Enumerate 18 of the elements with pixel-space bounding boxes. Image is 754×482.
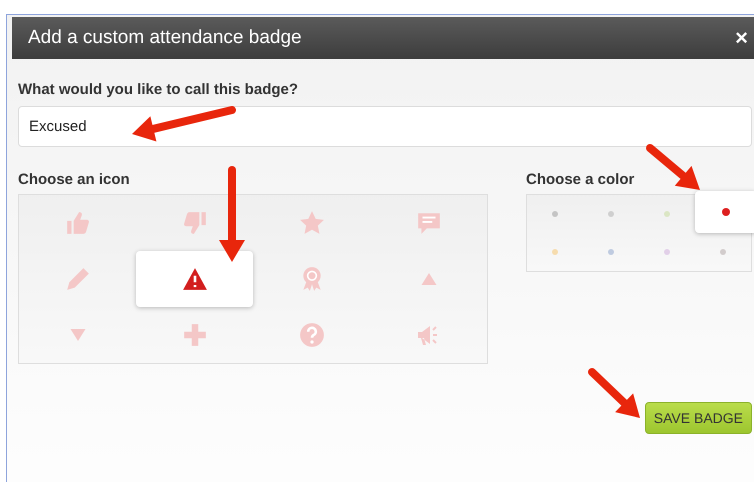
close-button[interactable]: × xyxy=(735,25,748,51)
warning-icon xyxy=(182,266,208,292)
save-button[interactable]: SAVE BADGE xyxy=(644,402,752,434)
thumbs-up-icon xyxy=(64,210,90,236)
thumbs-down-icon xyxy=(182,210,208,236)
field-label: What would you like to call this badge? xyxy=(18,81,300,98)
star-icon xyxy=(298,210,324,236)
annotation-arrow xyxy=(646,144,700,190)
color-option[interactable] xyxy=(695,191,754,233)
plus-icon xyxy=(182,322,208,348)
section-label: Choose an icon xyxy=(18,171,131,188)
icon-option[interactable] xyxy=(136,251,253,307)
question-icon xyxy=(298,322,324,348)
dialog-title: Add a custom attendance badge xyxy=(28,27,302,49)
section-label: Choose a color xyxy=(526,171,636,188)
pencil-icon xyxy=(64,266,90,292)
badge-name-field[interactable]: Excused xyxy=(18,106,752,147)
annotation-arrow xyxy=(588,368,640,418)
